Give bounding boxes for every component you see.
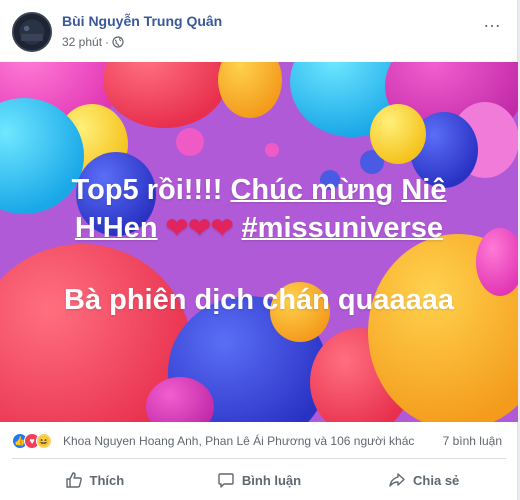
comments-count[interactable]: 7 bình luận bbox=[443, 434, 502, 448]
like-label: Thích bbox=[89, 472, 125, 488]
heart-icons: ❤❤❤ bbox=[165, 213, 234, 243]
post-image[interactable]: Top5 rồi!!!! Chúc mừng Niê H'Hen ❤❤❤ #mi… bbox=[0, 62, 518, 422]
overlay-text-top5: Top5 rồi!!!! bbox=[71, 174, 231, 206]
post-header: Bùi Nguyễn Trung Quân 32 phút · … bbox=[0, 0, 518, 62]
post-meta: 32 phút · bbox=[62, 35, 124, 49]
overlay-line-2: H'Hen ❤❤❤ #missuniverse bbox=[0, 212, 518, 245]
overlay-text-name-first: Niê bbox=[401, 174, 447, 206]
share-icon bbox=[389, 473, 405, 487]
divider bbox=[12, 458, 506, 459]
more-options-icon[interactable]: … bbox=[483, 12, 502, 30]
globe-icon[interactable] bbox=[112, 36, 124, 48]
overlay-hashtag: #missuniverse bbox=[241, 212, 444, 244]
haha-reaction-icon: 😆 bbox=[36, 433, 52, 449]
share-button[interactable]: Chia sẻ bbox=[341, 462, 506, 498]
avatar[interactable] bbox=[12, 12, 52, 52]
comment-button[interactable]: Bình luận bbox=[177, 462, 342, 498]
post-time[interactable]: 32 phút bbox=[62, 35, 102, 49]
like-button[interactable]: Thích bbox=[12, 462, 177, 498]
overlay-line-1: Top5 rồi!!!! Chúc mừng Niê bbox=[0, 174, 518, 207]
reactions-bar: 👍 ♥ 😆 Khoa Nguyen Hoang Anh, Phan Lê Ái … bbox=[0, 422, 518, 458]
comment-icon bbox=[218, 473, 234, 488]
overlay-text-name-last: H'Hen bbox=[74, 212, 158, 244]
author-name[interactable]: Bùi Nguyễn Trung Quân bbox=[62, 13, 222, 29]
overlay-line-3: Bà phiên dịch chán quaaaaa bbox=[64, 284, 454, 316]
meta-separator: · bbox=[105, 35, 110, 49]
reaction-names[interactable]: Khoa Nguyen Hoang Anh, Phan Lê Ái Phương… bbox=[63, 434, 414, 448]
comment-label: Bình luận bbox=[241, 472, 302, 488]
share-label: Chia sẻ bbox=[413, 472, 460, 488]
overlay-text-congrats: Chúc mừng bbox=[230, 174, 394, 206]
thumbs-up-icon bbox=[65, 472, 82, 488]
action-bar: Thích Bình luận Chia sẻ bbox=[12, 462, 506, 498]
post-card: Bùi Nguyễn Trung Quân 32 phút · … Top5 r… bbox=[0, 0, 518, 500]
reaction-icons[interactable]: 👍 ♥ 😆 bbox=[12, 433, 52, 449]
